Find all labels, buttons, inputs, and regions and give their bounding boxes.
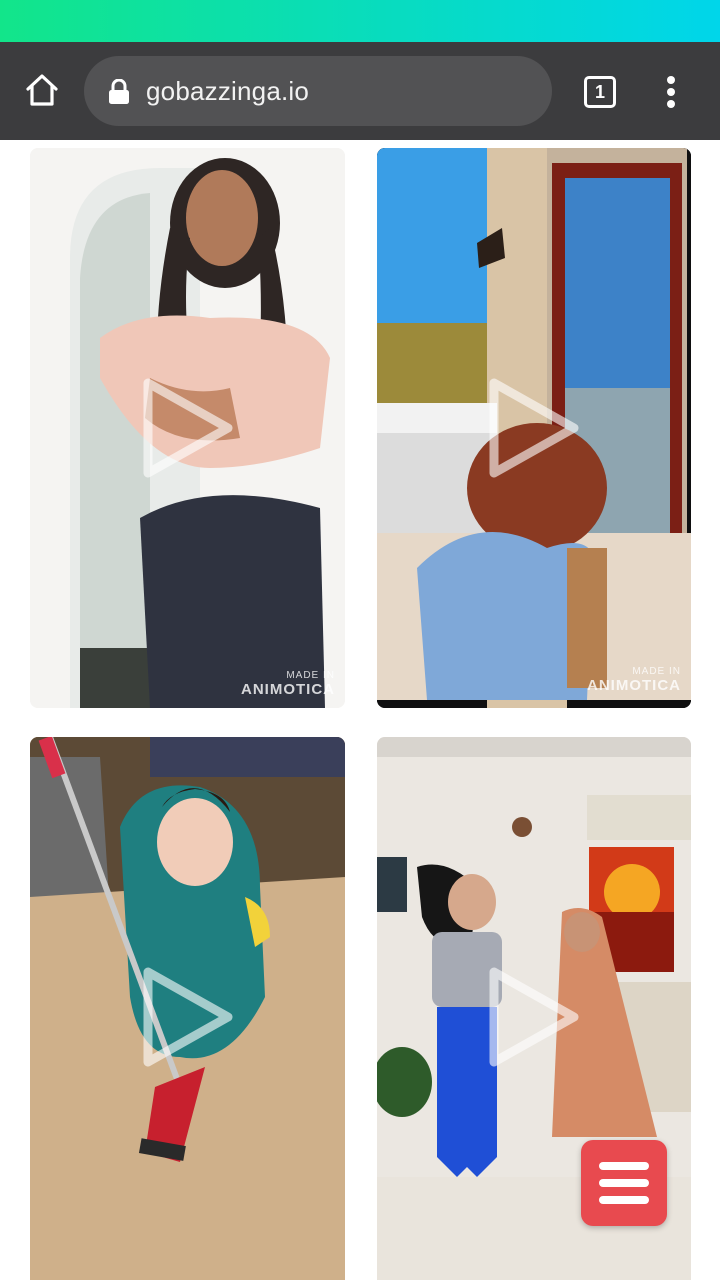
- play-icon: [143, 967, 232, 1067]
- watermark: MADE IN ANIMOTICA: [587, 666, 681, 694]
- play-icon: [489, 967, 579, 1067]
- browser-toolbar: gobazzinga.io 1: [0, 42, 720, 140]
- video-feed: MADE IN ANIMOTICA MADE IN ANIMOTICA: [0, 140, 720, 1280]
- video-card[interactable]: MADE IN ANIMOTICA: [377, 148, 691, 708]
- more-vert-icon[interactable]: [656, 72, 686, 112]
- hamburger-menu-button[interactable]: [581, 1140, 667, 1226]
- home-icon: [26, 74, 58, 106]
- lock-icon: [109, 79, 129, 104]
- home-button[interactable]: [22, 70, 62, 110]
- hamburger-menu-icon: [599, 1162, 649, 1170]
- video-card[interactable]: [30, 737, 345, 1280]
- play-icon: [143, 378, 232, 478]
- tabs-button[interactable]: 1: [584, 76, 616, 108]
- url-bar[interactable]: gobazzinga.io: [84, 56, 552, 126]
- status-bar: [0, 0, 720, 42]
- play-icon: [489, 378, 579, 478]
- url-text: gobazzinga.io: [146, 76, 310, 106]
- watermark: MADE IN ANIMOTICA: [241, 670, 335, 698]
- video-card[interactable]: MADE IN ANIMOTICA: [30, 148, 345, 708]
